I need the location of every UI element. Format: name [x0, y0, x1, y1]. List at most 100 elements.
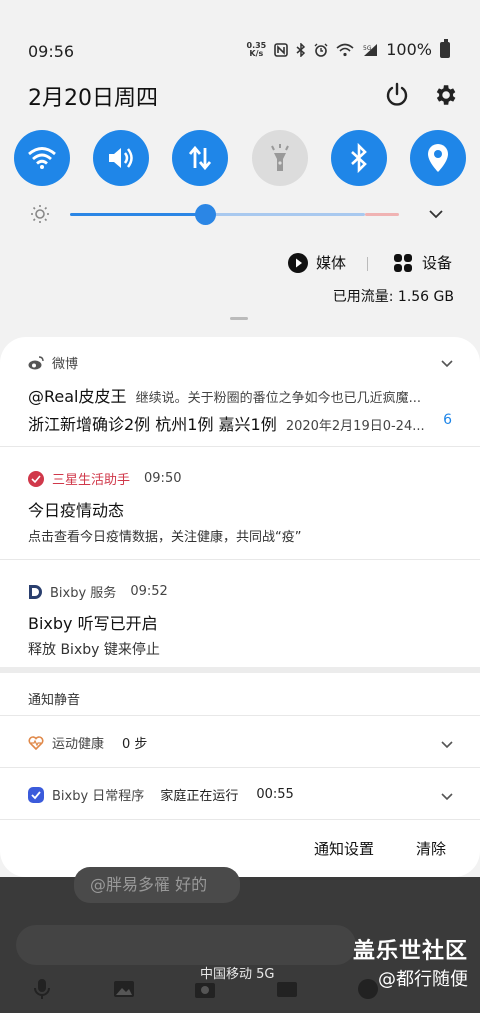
- brightness-thumb[interactable]: [195, 204, 216, 225]
- chat-input[interactable]: [16, 925, 356, 965]
- notification-header: 微博: [28, 353, 78, 372]
- alarm-icon: [314, 43, 328, 57]
- media-label: 媒体: [316, 254, 347, 272]
- samsung-life-icon: [28, 470, 44, 487]
- notification-preview: 继续说。关于粉圈的番位之争如今也已几近疯魔...: [135, 391, 421, 406]
- watermark-user: @都行随便: [378, 969, 468, 990]
- battery-percent: 100%: [386, 40, 432, 59]
- background-app: @胖易多罹 好的 盖乐世社区 @都行随便 中国移动 5G: [0, 867, 480, 1013]
- notification-app-name: Bixby 日常程序: [52, 789, 145, 804]
- gear-icon: [436, 85, 456, 105]
- notification-bixby-routines[interactable]: Bixby 日常程序 家庭正在运行 00:55: [0, 768, 480, 820]
- media-row: 媒体 设备: [0, 252, 480, 278]
- notification-time: 00:55: [256, 787, 294, 802]
- brightness-icon: [31, 205, 49, 223]
- date-label: 2月20日周四: [28, 86, 158, 111]
- notification-header: 运动健康 0 步: [28, 733, 147, 752]
- routines-icon: [28, 786, 44, 803]
- devices-button[interactable]: 设备: [394, 252, 452, 273]
- chevron-down-icon[interactable]: [440, 790, 454, 804]
- data-arrows-icon: [189, 145, 212, 171]
- bluetooth-status-icon: [296, 42, 306, 57]
- notification-text: 0 步: [122, 737, 148, 752]
- net-speed-unit: K/s: [249, 48, 264, 58]
- brightness-track-filled: [70, 213, 205, 216]
- notification-bixby-service[interactable]: Bixby 服务 09:52 Bixby 听写已开启 释放 Bixby 键来停止: [0, 560, 480, 673]
- flashlight-toggle[interactable]: [251, 130, 308, 186]
- chat-toolbar: [30, 977, 380, 1001]
- quick-settings-row: [14, 130, 466, 186]
- wifi-status-icon: [336, 43, 354, 56]
- battery-icon: [440, 38, 450, 58]
- svg-text:5G: 5G: [363, 45, 372, 52]
- notification-settings-button[interactable]: 通知设置: [314, 838, 374, 859]
- notification-sender: @Real皮皮王: [28, 387, 127, 406]
- weibo-icon: [28, 355, 44, 369]
- data-usage-label: 已用流量: 1.56 GB: [332, 289, 454, 305]
- notification-app-name: 三星生活助手: [52, 473, 131, 488]
- quick-panel: 09:56 0.35 K/s 5G 100% 2月20日周四 媒体 设备 已用流…: [0, 0, 480, 350]
- image-icon[interactable]: [112, 977, 136, 1001]
- location-toggle[interactable]: [409, 130, 466, 186]
- play-icon: [288, 252, 308, 273]
- chat-bubble: @胖易多罹 好的: [74, 867, 240, 903]
- watermark-title: 盖乐世社区: [352, 939, 468, 964]
- silent-section-label: 通知静音: [28, 693, 81, 708]
- notification-card: 微博 @Real皮皮王 继续说。关于粉圈的番位之争如今也已几近疯魔... 浙江新…: [0, 337, 480, 877]
- wifi-toggle[interactable]: [14, 130, 70, 186]
- notification-weibo[interactable]: 微博 @Real皮皮王 继续说。关于粉圈的番位之争如今也已几近疯魔... 浙江新…: [0, 337, 480, 447]
- notification-count: 6: [443, 412, 452, 428]
- signal-5g-icon: 5G: [363, 43, 378, 56]
- notification-body: 释放 Bixby 键来停止: [28, 642, 160, 658]
- bluetooth-icon: [350, 143, 367, 173]
- notification-text: 家庭正在运行: [160, 789, 239, 804]
- clear-button[interactable]: 清除: [416, 838, 446, 859]
- bluetooth-toggle[interactable]: [330, 130, 387, 186]
- notification-body-main: 浙江新增确诊2例 杭州1例 嘉兴1例: [28, 415, 277, 434]
- nfc-icon: [274, 42, 289, 57]
- status-bar: 09:56 0.35 K/s 5G 100%: [0, 38, 480, 66]
- notification-title: @Real皮皮王 继续说。关于粉圈的番位之争如今也已几近疯魔...: [28, 383, 421, 407]
- power-button[interactable]: [384, 82, 410, 108]
- notification-app-name: Bixby 服务: [50, 586, 117, 601]
- notification-header: Bixby 服务 09:52: [28, 582, 168, 601]
- notification-time: 09:52: [130, 584, 168, 599]
- notification-header: Bixby 日常程序 家庭正在运行 00:55: [28, 785, 294, 804]
- devices-label: 设备: [422, 254, 453, 272]
- envelope-icon[interactable]: [275, 977, 299, 1001]
- brightness-track-high: [365, 213, 399, 216]
- notification-samsung-life[interactable]: 三星生活助手 09:50 今日疫情动态 点击查看今日疫情数据，关注健康，共同战“…: [0, 447, 480, 560]
- bixby-icon: [29, 584, 42, 599]
- brightness-track-empty: [205, 213, 365, 216]
- notification-body-rest: 2020年2月19日0-24...: [285, 419, 425, 434]
- status-icons: 0.35 K/s 5G 100%: [247, 38, 450, 59]
- flashlight-icon: [270, 144, 289, 171]
- notification-time: 09:50: [144, 471, 182, 486]
- drag-handle[interactable]: [230, 317, 248, 320]
- chevron-down-icon[interactable]: [440, 738, 454, 752]
- notification-body: 浙江新增确诊2例 杭州1例 嘉兴1例 2020年2月19日0-24...: [28, 411, 425, 435]
- notification-title: Bixby 听写已开启: [28, 614, 158, 633]
- chevron-down-icon[interactable]: [428, 206, 444, 222]
- emoji-icon[interactable]: [356, 977, 380, 1001]
- chevron-down-icon[interactable]: [440, 357, 454, 371]
- status-clock: 09:56: [28, 42, 75, 61]
- notification-health[interactable]: 运动健康 0 步: [0, 716, 480, 768]
- notification-title: 今日疫情动态: [28, 501, 125, 520]
- camera-icon[interactable]: [193, 977, 217, 1001]
- notification-app-name: 运动健康: [52, 737, 105, 752]
- media-button[interactable]: 媒体: [288, 252, 346, 273]
- wifi-icon: [28, 147, 56, 169]
- heart-pulse-icon: [28, 735, 44, 750]
- net-speed: 0.35 K/s: [247, 41, 267, 58]
- brightness-slider[interactable]: [28, 200, 448, 230]
- sound-toggle[interactable]: [93, 130, 150, 186]
- mobile-data-toggle[interactable]: [172, 130, 229, 186]
- notification-body: 点击查看今日疫情数据，关注健康，共同战“疫”: [28, 530, 302, 545]
- devices-icon: [394, 253, 412, 272]
- power-icon: [386, 82, 408, 106]
- settings-button[interactable]: [432, 82, 458, 108]
- notification-app-name: 微博: [52, 357, 79, 372]
- microphone-icon[interactable]: [30, 977, 54, 1001]
- volume-icon: [109, 148, 133, 168]
